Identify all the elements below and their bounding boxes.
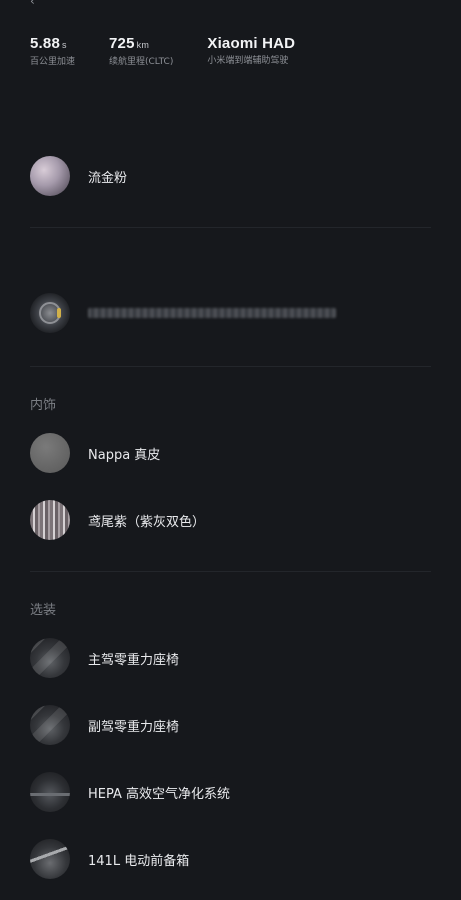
spec-acceleration-label: 百公里加速 (30, 57, 76, 67)
interior-material-label: Nappa 真皮 (88, 447, 161, 463)
spec-acceleration-value: 5.88 s (30, 35, 67, 52)
divider (30, 227, 431, 228)
divider (30, 571, 431, 572)
divider (30, 366, 431, 367)
wheel-option-label (88, 308, 336, 318)
paint-option-label: 流金粉 (88, 170, 128, 186)
section-label-interior: 内饰 (30, 398, 57, 413)
air-filter-icon (30, 772, 70, 812)
paint-option-item[interactable]: 流金粉 (30, 155, 431, 197)
front-trunk-icon (30, 839, 70, 879)
spec-driving-assist: Xiaomi HAD 小米端到端辅助驾驶 (207, 36, 295, 68)
interior-material-item[interactable]: Nappa 真皮 (30, 432, 431, 474)
option-item-passenger-seat[interactable]: 副驾零重力座椅 (30, 704, 431, 746)
leather-swatch (30, 433, 70, 473)
spec-driving-assist-label: 小米端到端辅助驾驶 (207, 56, 289, 66)
spec-driving-assist-value: Xiaomi HAD (207, 35, 296, 52)
top-bar: ‹ (0, 0, 461, 10)
spec-range: 725 km 续航里程(CLTC) (109, 36, 173, 68)
interior-color-swatch (30, 500, 70, 540)
option-label: 副驾零重力座椅 (88, 719, 180, 735)
option-label: 主驾零重力座椅 (88, 652, 180, 668)
back-arrow-icon[interactable]: ‹ (30, 0, 40, 8)
section-label-options: 选装 (30, 603, 57, 618)
steering-wheel-icon (30, 293, 70, 333)
option-item-driver-seat[interactable]: 主驾零重力座椅 (30, 637, 431, 679)
page-title (190, 0, 272, 4)
option-label: HEPA 高效空气净化系统 (88, 786, 231, 802)
option-item-hepa[interactable]: HEPA 高效空气净化系统 (30, 771, 431, 813)
option-item-front-trunk[interactable]: 141L 电动前备箱 (30, 838, 431, 880)
spec-range-label: 续航里程(CLTC) (109, 57, 174, 67)
wheel-option-item[interactable] (30, 292, 431, 334)
spec-range-value: 725 km (109, 35, 150, 52)
interior-color-label: 鸢尾紫（紫灰双色） (88, 514, 206, 530)
seat-icon (30, 705, 70, 745)
interior-color-item[interactable]: 鸢尾紫（紫灰双色） (30, 499, 431, 541)
spec-summary: 5.88 s 百公里加速 725 km 续航里程(CLTC) Xiaomi HAD … (30, 36, 329, 68)
option-label: 141L 电动前备箱 (88, 853, 190, 869)
paint-swatch (30, 156, 70, 196)
seat-icon (30, 638, 70, 678)
spec-acceleration: 5.88 s 百公里加速 (30, 36, 75, 68)
